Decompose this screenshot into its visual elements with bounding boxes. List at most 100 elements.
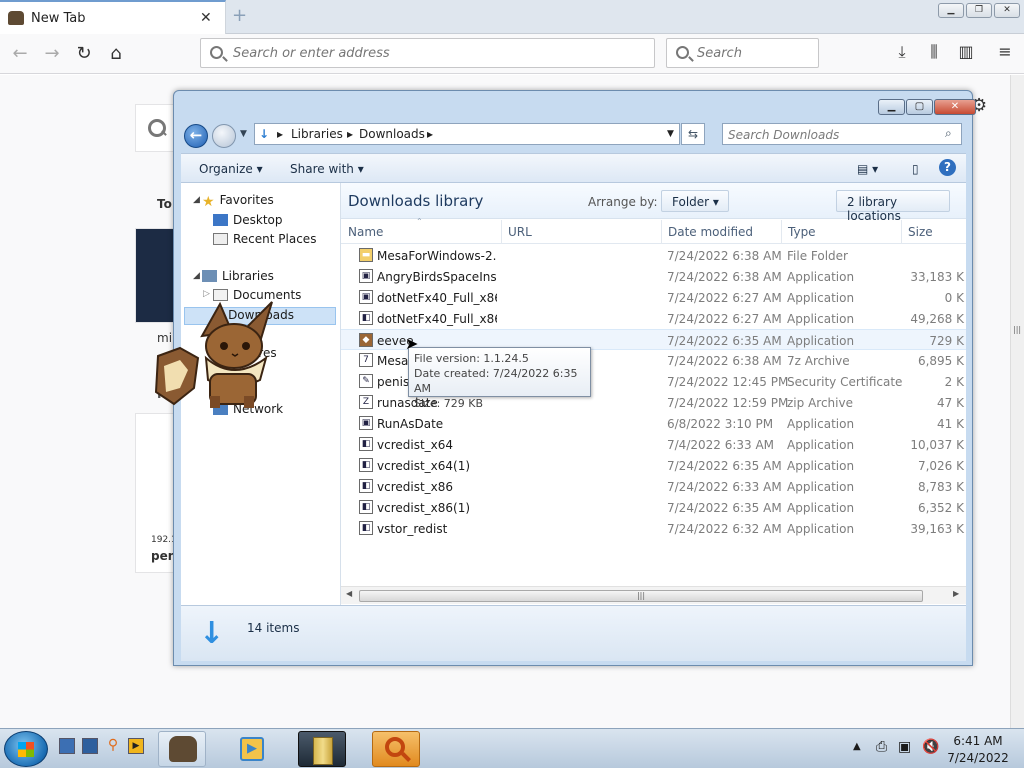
- column-date-modified[interactable]: Date modified: [668, 225, 753, 239]
- control-panel-icon[interactable]: [82, 738, 98, 754]
- taskbar-explorer[interactable]: [298, 731, 346, 767]
- file-row[interactable]: ▬ MesaForWindows-2... 7/24/2022 6:38 AM Fil…: [341, 245, 966, 266]
- organize-button[interactable]: Organize ▾: [199, 162, 263, 176]
- horizontal-scrollbar[interactable]: ◀ ||| ▶: [341, 586, 966, 604]
- column-size[interactable]: Size: [908, 225, 933, 239]
- file-type: Application: [787, 459, 855, 473]
- explorer-maximize-button[interactable]: ▢: [906, 99, 933, 115]
- minimize-button[interactable]: ▁: [938, 3, 964, 18]
- reload-icon[interactable]: ↻: [72, 42, 96, 66]
- file-name: AngryBirdsSpaceIns...: [377, 270, 497, 284]
- raccoon-icon: [169, 736, 197, 762]
- nav-libraries-label: Libraries: [222, 269, 274, 283]
- explorer-minimize-button[interactable]: ▁: [878, 99, 905, 115]
- share-with-button[interactable]: Share with ▾: [290, 162, 364, 176]
- nav-desktop[interactable]: Desktop: [213, 213, 283, 227]
- show-desktop-icon[interactable]: [59, 738, 75, 754]
- media-player-icon[interactable]: ▶: [128, 738, 144, 754]
- recent-places-icon: [213, 233, 228, 245]
- explorer-forward-button[interactable]: [212, 124, 236, 148]
- menu-icon[interactable]: ≡: [994, 42, 1016, 61]
- file-row[interactable]: ◧ dotNetFx40_Full_x86... 7/24/2022 6:27 AM…: [341, 308, 966, 329]
- nav-recent-places[interactable]: Recent Places: [213, 232, 316, 246]
- sidebar-icon[interactable]: ▥: [955, 42, 977, 61]
- search-tool-icon[interactable]: ⚲: [105, 738, 121, 754]
- folder-icon: [313, 737, 333, 765]
- column-type[interactable]: Type: [788, 225, 816, 239]
- file-row[interactable]: ◧ vstor_redist 7/24/2022 6:32 AM Applicatio…: [341, 518, 966, 539]
- downloads-large-icon: ↓: [199, 616, 225, 651]
- taskbar-firefox-raccoon[interactable]: [158, 731, 206, 767]
- library-title: Downloads library: [348, 192, 484, 210]
- eevee-icon: ◆: [359, 333, 373, 347]
- refresh-icon[interactable]: ⇆: [681, 123, 705, 145]
- explorer-back-button[interactable]: ←: [184, 124, 208, 148]
- volume-muted-icon[interactable]: 🔇: [922, 739, 939, 755]
- address-bar[interactable]: ↓ ▸ Libraries ▸ Downloads ▸ ▼: [254, 123, 680, 145]
- file-date: 7/24/2022 6:33 AM: [667, 480, 782, 494]
- app-icon: ▣: [359, 290, 373, 304]
- column-url[interactable]: URL: [508, 225, 532, 239]
- nav-desktop-label: Desktop: [233, 213, 283, 227]
- tab-close-icon[interactable]: ✕: [200, 10, 212, 26]
- scroll-right-icon[interactable]: ▶: [953, 589, 959, 598]
- back-icon[interactable]: ←: [8, 42, 32, 66]
- help-icon[interactable]: ?: [939, 159, 956, 176]
- file-row[interactable]: ◧ vcredist_x64(1) 7/24/2022 6:35 AM Applica…: [341, 455, 966, 476]
- downloads-icon[interactable]: ⤓: [891, 42, 913, 62]
- search-bar[interactable]: Search: [666, 38, 819, 68]
- page-search-box[interactable]: [135, 104, 175, 152]
- taskbar-media-app[interactable]: ▶: [228, 731, 276, 767]
- file-row[interactable]: ◧ vcredist_x64 7/4/2022 6:33 AM Application…: [341, 434, 966, 455]
- start-button[interactable]: [4, 731, 48, 767]
- breadcrumb-downloads[interactable]: Downloads: [359, 127, 425, 141]
- address-dropdown-icon[interactable]: ▼: [667, 129, 674, 139]
- file-name: RunAsDate: [377, 417, 444, 431]
- video-icon: ▶: [240, 737, 264, 761]
- network-tray-icon[interactable]: ▣: [898, 739, 911, 755]
- nav-libraries[interactable]: Libraries: [202, 269, 274, 283]
- file-row[interactable]: ◧ vcredist_x86 7/24/2022 6:33 AM Applicatio…: [341, 476, 966, 497]
- file-type: Application: [787, 522, 855, 536]
- new-tab-icon[interactable]: +: [232, 5, 247, 26]
- file-date: 7/24/2022 6:35 AM: [667, 334, 782, 348]
- preview-pane-icon[interactable]: ▯: [912, 162, 919, 176]
- column-headers: Name ⌃ URL Date modified Type Size: [341, 217, 966, 244]
- view-options-icon[interactable]: ▤ ▾: [857, 162, 878, 176]
- clock-date[interactable]: 7/24/2022: [946, 751, 1010, 765]
- expand-favorites-icon[interactable]: ◢: [193, 195, 200, 205]
- explorer-search-input[interactable]: Search Downloads ⌕: [722, 123, 962, 145]
- file-row[interactable]: ◧ vcredist_x86(1) 7/24/2022 6:35 AM Applica…: [341, 497, 966, 518]
- file-row[interactable]: ▣ RunAsDate 6/8/2022 3:10 PM Application 41 …: [341, 413, 966, 434]
- breadcrumb-libraries[interactable]: Libraries: [291, 127, 343, 141]
- nav-favorites[interactable]: ★ Favorites: [202, 193, 274, 210]
- taskbar-search-app[interactable]: [372, 731, 420, 767]
- library-locations-link[interactable]: 2 library locations: [836, 190, 950, 223]
- file-info-tooltip: File version: 1.1.24.5 Date created: 7/2…: [408, 347, 591, 410]
- clock-time[interactable]: 6:41 AM: [950, 734, 1006, 748]
- file-row[interactable]: ▣ AngryBirdsSpaceIns... 7/24/2022 6:38 AM A…: [341, 266, 966, 287]
- scroll-thumb[interactable]: |||: [359, 590, 923, 602]
- recent-pages-icon[interactable]: ▼: [240, 129, 247, 139]
- forward-icon[interactable]: →: [40, 42, 64, 66]
- explorer-close-button[interactable]: ✕: [934, 99, 976, 115]
- search-icon: [210, 46, 223, 59]
- show-hidden-icons[interactable]: ▲: [853, 741, 861, 752]
- file-date: 7/4/2022 6:33 AM: [667, 438, 775, 452]
- close-window-button[interactable]: ✕: [994, 3, 1020, 18]
- page-scrollbar[interactable]: |||: [1010, 75, 1024, 728]
- scroll-left-icon[interactable]: ◀: [346, 589, 352, 598]
- library-icon[interactable]: ⫼: [923, 42, 945, 62]
- url-bar[interactable]: Search or enter address: [200, 38, 655, 68]
- column-name[interactable]: Name: [348, 225, 383, 239]
- file-size: 7,026 K: [917, 459, 964, 473]
- tab-new-tab[interactable]: New Tab ✕: [0, 0, 226, 34]
- restore-button[interactable]: ❐: [966, 3, 992, 18]
- file-type: zip Archive: [787, 396, 853, 410]
- printer-tray-icon[interactable]: ⎙: [876, 739, 887, 755]
- tooltip-version: File version: 1.1.24.5: [414, 352, 529, 365]
- home-icon[interactable]: ⌂: [104, 42, 128, 66]
- expand-libraries-icon[interactable]: ◢: [193, 271, 200, 281]
- arrange-by-dropdown[interactable]: Folder ▾: [661, 190, 729, 212]
- file-row[interactable]: ▣ dotNetFx40_Full_x86... 7/24/2022 6:27 AM…: [341, 287, 966, 308]
